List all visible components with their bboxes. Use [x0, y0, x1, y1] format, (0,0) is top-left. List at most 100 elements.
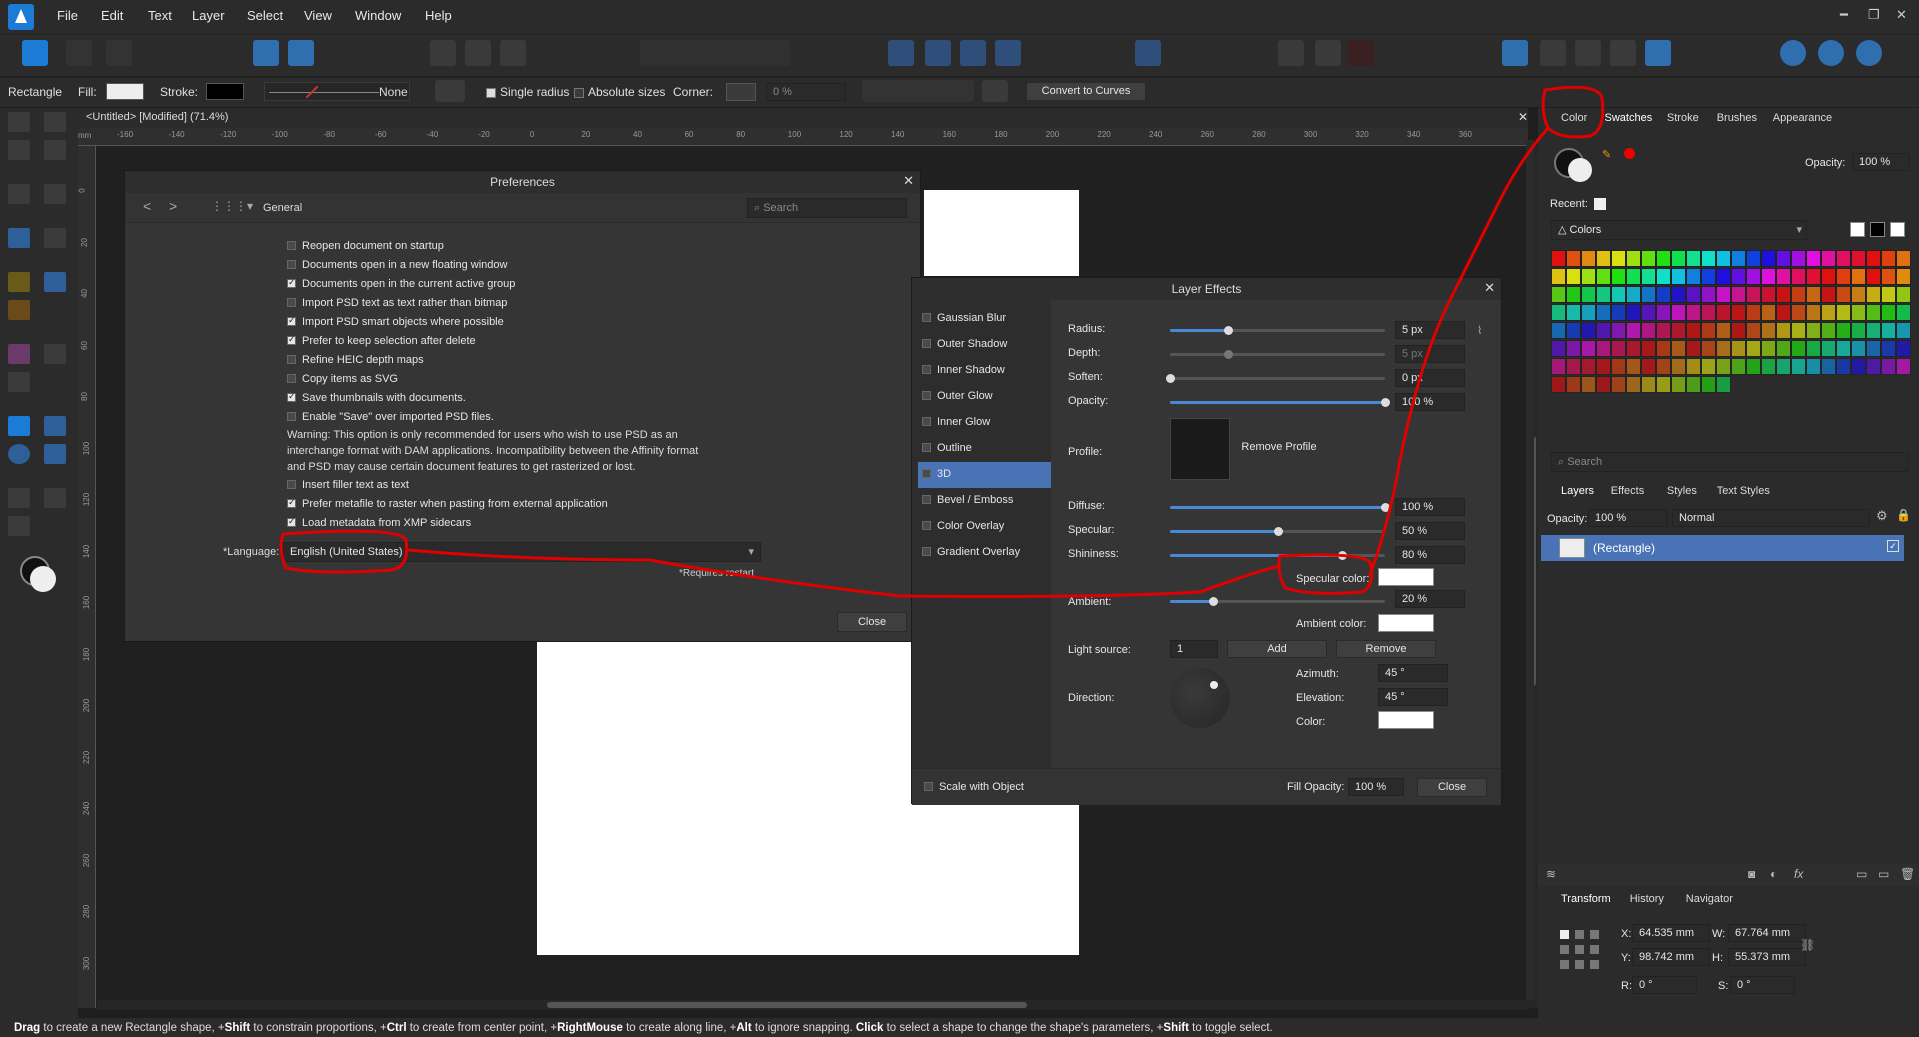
- palette-swatch[interactable]: [1746, 268, 1761, 285]
- palette-swatch[interactable]: [1836, 322, 1851, 339]
- zoom-tool-icon[interactable]: [8, 516, 30, 536]
- layer-effects-close-icon[interactable]: ✕: [1484, 280, 1495, 296]
- affinity-designer-logo-icon[interactable]: [8, 4, 34, 30]
- palette-swatch[interactable]: [1746, 340, 1761, 357]
- azimuth-field[interactable]: 45 °: [1378, 664, 1448, 682]
- boolean-add-button[interactable]: [1502, 40, 1528, 66]
- pref-checkbox[interactable]: [287, 315, 296, 326]
- palette-swatch[interactable]: [1626, 286, 1641, 303]
- absolute-sizes-check[interactable]: [574, 87, 584, 98]
- palette-swatch[interactable]: [1761, 358, 1776, 375]
- layers-stack-icon[interactable]: ≋: [1546, 867, 1556, 881]
- palette-swatch[interactable]: [1701, 304, 1716, 321]
- palette-swatch[interactable]: [1581, 268, 1596, 285]
- palette-swatch[interactable]: [1866, 358, 1881, 375]
- shininess-slider[interactable]: [1170, 551, 1385, 560]
- palette-swatch[interactable]: [1626, 268, 1641, 285]
- pref-option[interactable]: Documents open in a new floating window: [287, 259, 507, 271]
- palette-swatch[interactable]: [1806, 304, 1821, 321]
- artboard-tool-icon[interactable]: [8, 372, 30, 392]
- palette-swatch[interactable]: [1596, 322, 1611, 339]
- palette-swatch[interactable]: [1881, 322, 1896, 339]
- layer-effects-close-button[interactable]: Close: [1417, 778, 1487, 797]
- palette-swatch[interactable]: [1626, 376, 1641, 393]
- effect-item-outline[interactable]: Outline: [918, 436, 1051, 462]
- palette-swatch[interactable]: [1626, 304, 1641, 321]
- rotate-right-button[interactable]: [995, 40, 1021, 66]
- palette-swatch[interactable]: [1821, 268, 1836, 285]
- palette-swatch[interactable]: [1731, 322, 1746, 339]
- language-dropdown[interactable]: English (United States) ▾: [283, 542, 761, 562]
- stroke-swatch[interactable]: [206, 83, 244, 100]
- palette-swatch[interactable]: [1551, 376, 1566, 393]
- palette-swatch[interactable]: [1791, 358, 1806, 375]
- palette-swatch[interactable]: [1656, 322, 1671, 339]
- palette-swatch[interactable]: [1611, 358, 1626, 375]
- palette-swatch[interactable]: [1671, 358, 1686, 375]
- boolean-subtract-button[interactable]: [1540, 40, 1566, 66]
- palette-swatch[interactable]: [1761, 340, 1776, 357]
- palette-swatch[interactable]: [1611, 268, 1626, 285]
- palette-swatch[interactable]: [1881, 286, 1896, 303]
- palette-swatch[interactable]: [1821, 322, 1836, 339]
- duplicate-layer-icon[interactable]: ▭: [1878, 867, 1889, 881]
- depth-field[interactable]: 5 px: [1395, 345, 1465, 363]
- convert-icon[interactable]: [982, 80, 1008, 102]
- palette-swatch[interactable]: [1896, 250, 1911, 267]
- preferences-search-input[interactable]: ⌕ Search: [747, 198, 907, 218]
- transparency-tool-icon[interactable]: [44, 344, 66, 364]
- palette-swatch[interactable]: [1881, 340, 1896, 357]
- soften-slider[interactable]: [1166, 374, 1385, 383]
- palette-swatch[interactable]: [1806, 268, 1821, 285]
- specular-slider[interactable]: [1170, 527, 1385, 536]
- palette-swatch[interactable]: [1686, 358, 1701, 375]
- palette-swatch[interactable]: [1806, 340, 1821, 357]
- radius-slider[interactable]: [1170, 326, 1385, 335]
- palette-swatch[interactable]: [1611, 340, 1626, 357]
- pref-option[interactable]: Import PSD smart objects where possible: [287, 315, 504, 328]
- boolean-xor-button[interactable]: [1610, 40, 1636, 66]
- flip-horizontal-button[interactable]: [888, 40, 914, 66]
- palette-swatch[interactable]: [1776, 340, 1791, 357]
- palette-swatch[interactable]: [1596, 304, 1611, 321]
- corner-value-field[interactable]: 0 %: [766, 83, 846, 101]
- palette-swatch[interactable]: [1581, 250, 1596, 267]
- profile-preview[interactable]: [1170, 418, 1230, 480]
- palette-swatch[interactable]: [1641, 250, 1656, 267]
- preferences-close-icon[interactable]: ✕: [903, 173, 914, 189]
- palette-swatch[interactable]: [1581, 340, 1596, 357]
- layers-tab-text-styles[interactable]: Text Styles: [1717, 485, 1770, 497]
- palette-swatch[interactable]: [1566, 358, 1581, 375]
- palette-swatch[interactable]: [1686, 304, 1701, 321]
- palette-swatch[interactable]: [1866, 250, 1881, 267]
- transform-tab-transform[interactable]: Transform: [1561, 893, 1611, 905]
- palette-swatch[interactable]: [1701, 376, 1716, 393]
- palette-swatch[interactable]: [1581, 322, 1596, 339]
- palette-swatch[interactable]: [1626, 340, 1641, 357]
- palette-swatch[interactable]: [1851, 286, 1866, 303]
- palette-swatch[interactable]: [1596, 376, 1611, 393]
- pixel-persona-button[interactable]: [66, 40, 92, 66]
- pref-option[interactable]: Documents open in the current active gro…: [287, 277, 515, 290]
- restore-icon[interactable]: ❐: [1868, 7, 1880, 23]
- palette-swatch[interactable]: [1731, 268, 1746, 285]
- color-tab-color[interactable]: Color: [1561, 112, 1587, 124]
- pencil-tool-icon[interactable]: [44, 272, 66, 292]
- palette-swatch[interactable]: [1836, 250, 1851, 267]
- effect-item-gradient-overlay[interactable]: Gradient Overlay: [918, 540, 1051, 566]
- palette-swatch[interactable]: [1671, 304, 1686, 321]
- color-fill-well-icon[interactable]: [1568, 158, 1592, 182]
- palette-swatch[interactable]: [1611, 376, 1626, 393]
- shear-field[interactable]: 0 °: [1730, 976, 1795, 994]
- rotate-left-button[interactable]: [960, 40, 986, 66]
- direction-handle[interactable]: [1210, 681, 1218, 689]
- palette-swatch[interactable]: [1896, 358, 1911, 375]
- palette-swatch[interactable]: [1881, 358, 1896, 375]
- palette-swatch[interactable]: [1776, 250, 1791, 267]
- palette-swatch[interactable]: [1641, 286, 1656, 303]
- palette-swatch[interactable]: [1791, 286, 1806, 303]
- pref-option[interactable]: Enable "Save" over imported PSD files.: [287, 411, 494, 423]
- palette-swatch[interactable]: [1566, 286, 1581, 303]
- effect-item-inner-shadow[interactable]: Inner Shadow: [918, 358, 1051, 384]
- menu-window[interactable]: Window: [355, 8, 401, 23]
